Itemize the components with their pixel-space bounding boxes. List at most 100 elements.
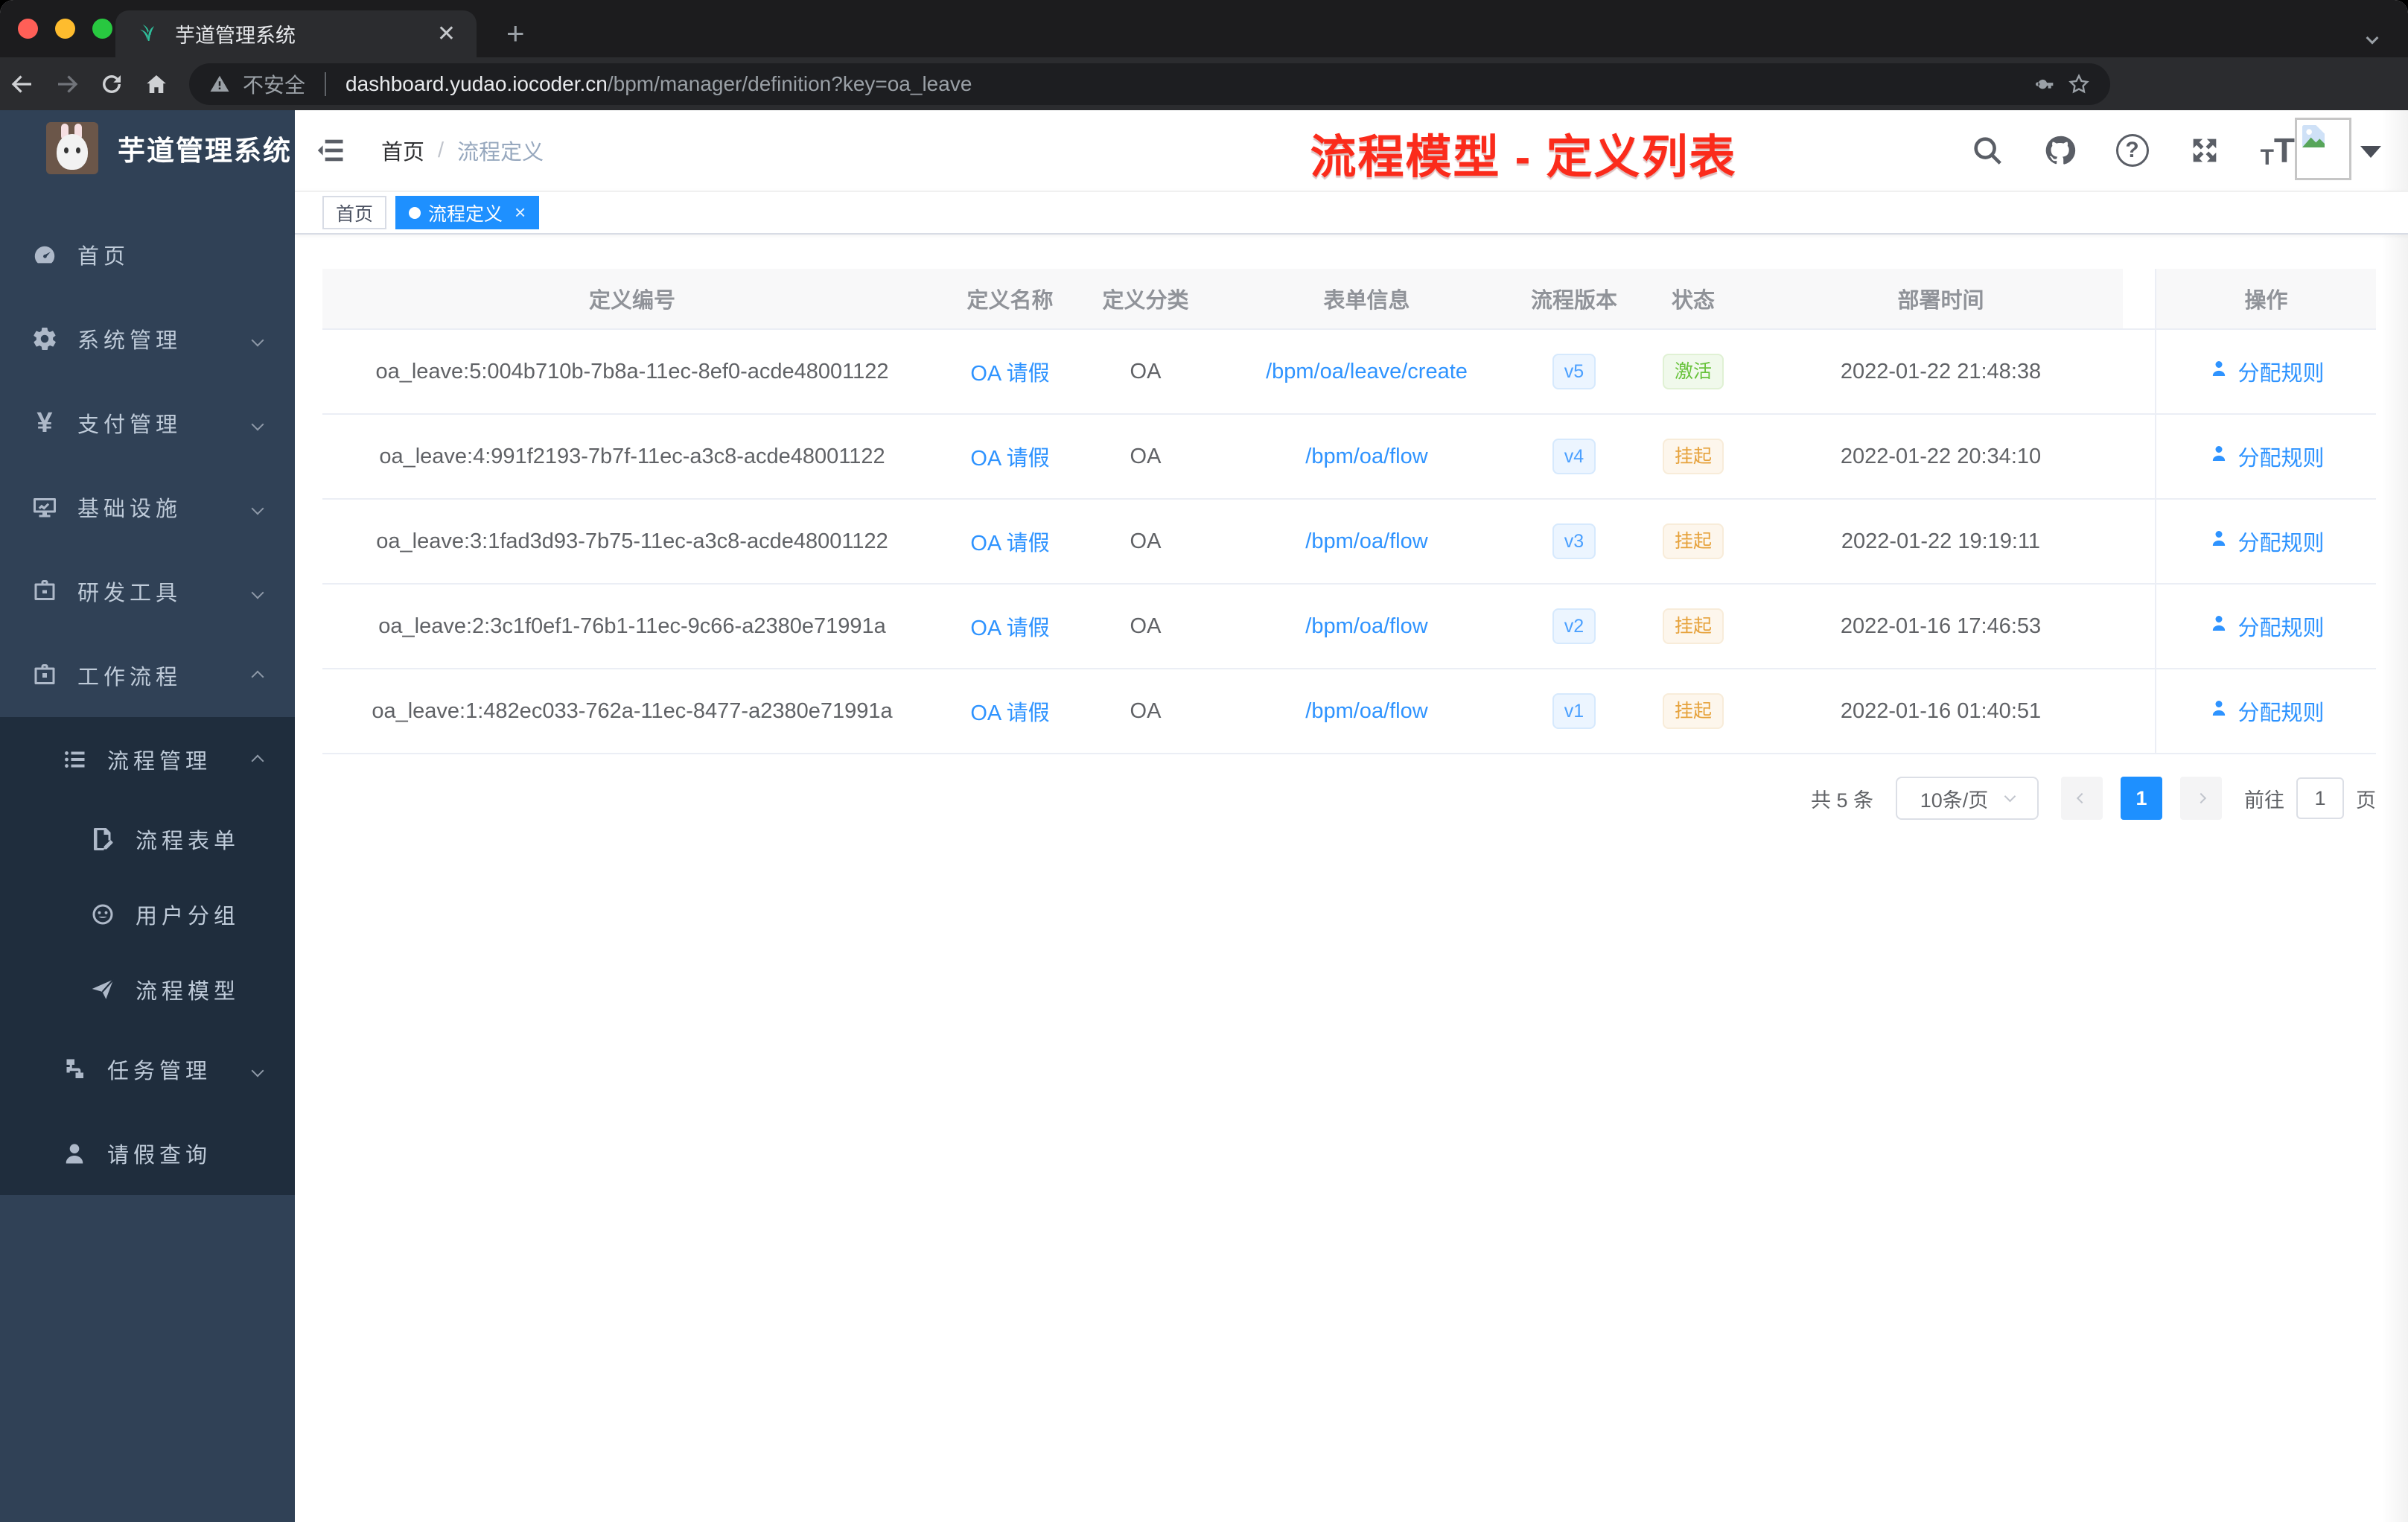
assign-rule-link[interactable]: 分配规则 (2208, 695, 2325, 727)
tag-home[interactable]: 首页 (322, 196, 387, 229)
table-cell: 挂起 (1628, 500, 1759, 583)
form-info-link[interactable]: /bpm/oa/leave/create (1266, 360, 1468, 384)
navbar-icons: ? TT (1970, 110, 2295, 191)
chevron-down-icon (251, 1057, 264, 1081)
current-page-button[interactable]: 1 (2121, 777, 2162, 820)
table-cell: 挂起 (1628, 669, 1759, 753)
forward-button[interactable] (45, 71, 89, 98)
chevron-up-icon (251, 663, 264, 687)
help-question-icon[interactable]: ? (2115, 134, 2149, 167)
app-logo[interactable]: 芋道管理系统 (0, 110, 295, 186)
breadcrumb: 首页 / 流程定义 (381, 110, 544, 191)
table-cell: OA (1078, 669, 1213, 753)
form-info-link[interactable]: /bpm/oa/flow (1305, 529, 1427, 554)
tag-process-definition[interactable]: 流程定义 × (395, 196, 540, 229)
definition-name-link[interactable]: OA 请假 (970, 695, 1049, 727)
sidebar-item-3[interactable]: 基础设施 (0, 465, 295, 549)
assign-rule-link[interactable]: 分配规则 (2208, 356, 2325, 387)
tab-close-icon[interactable]: ✕ (437, 22, 456, 45)
definition-name-link[interactable]: OA 请假 (970, 441, 1049, 472)
definition-name-link[interactable]: OA 请假 (970, 611, 1049, 642)
gear-icon (30, 324, 60, 354)
assign-rule-link[interactable]: 分配规则 (2208, 526, 2325, 557)
deploy-time: 2022-01-16 17:46:53 (1840, 614, 2042, 638)
sidebar-item-0[interactable]: 首页 (0, 212, 295, 296)
tab-search-chevron-icon[interactable] (2366, 31, 2379, 46)
table-cell: OA (1078, 585, 1213, 668)
table-row-3: oa_leave:2:3c1f0ef1-76b1-11ec-9c66-a2380… (322, 585, 2376, 669)
column-gap (2123, 585, 2155, 668)
home-button[interactable] (134, 71, 179, 98)
status-badge: 挂起 (1662, 439, 1724, 474)
assign-rule-link[interactable]: 分配规则 (2208, 611, 2325, 642)
definition-id: oa_leave:3:1fad3d93-7b75-11ec-a3c8-acde4… (376, 529, 888, 553)
definition-id: oa_leave:2:3c1f0ef1-76b1-11ec-9c66-a2380… (378, 614, 886, 638)
not-secure-label: 不安全 (243, 73, 306, 97)
back-button[interactable] (0, 71, 45, 98)
breadcrumb-home[interactable]: 首页 (381, 135, 424, 166)
font-size-icon[interactable]: TT (2261, 130, 2295, 171)
toolbox-icon (30, 576, 60, 606)
table-cell: /bpm/oa/flow (1213, 669, 1520, 753)
zoom-window-button[interactable] (92, 19, 112, 39)
sidebar-item-label: 流程表单 (136, 829, 241, 853)
form-info-link[interactable]: /bpm/oa/flow (1305, 445, 1427, 469)
definition-name-link[interactable]: OA 请假 (970, 356, 1049, 387)
person-icon (2208, 357, 2230, 386)
page-size-value: 10条/页 (1920, 789, 1989, 812)
tag-close-icon[interactable]: × (515, 201, 526, 224)
user-avatar[interactable] (2295, 118, 2351, 180)
prev-page-button[interactable] (2061, 777, 2103, 820)
new-tab-button[interactable]: + (506, 18, 525, 49)
sidebar-collapse-hamburger-icon[interactable] (314, 134, 347, 167)
sidebar-item-6[interactable]: 流程管理 (0, 717, 295, 801)
table-cell: v4 (1520, 415, 1628, 498)
sidebar-item-7[interactable]: 流程表单 (0, 801, 295, 876)
table-cell-action: 分配规则 (2155, 415, 2376, 498)
search-icon[interactable] (1970, 133, 2004, 168)
page-size-select[interactable]: 10条/页 (1896, 777, 2039, 820)
sidebar-item-label: 流程模型 (136, 979, 241, 1004)
sidebar-item-11[interactable]: 请假查询 (0, 1111, 295, 1195)
table-row-4: oa_leave:1:482ec033-762a-11ec-8477-a2380… (322, 669, 2376, 754)
goto-page-input[interactable] (2296, 777, 2344, 819)
chevron-up-icon (251, 747, 264, 771)
form-info-link[interactable]: /bpm/oa/flow (1305, 614, 1427, 639)
sidebar-item-1[interactable]: 系统管理 (0, 296, 295, 380)
table-header-row: 定义编号 定义名称 定义分类 表单信息 流程版本 状态 部署时间 操作 (322, 269, 2376, 330)
sidebar-item-9[interactable]: 流程模型 (0, 952, 295, 1027)
password-key-icon[interactable] (2031, 72, 2055, 96)
address-bar[interactable]: 不安全 dashboard.yudao.iocoder.cn/bpm/manag… (189, 63, 2110, 105)
sidebar-item-10[interactable]: 任务管理 (0, 1027, 295, 1111)
list-icon (60, 745, 89, 774)
github-icon[interactable] (2043, 133, 2077, 168)
avatar-dropdown-caret-icon[interactable] (2360, 146, 2381, 158)
browser-tab[interactable]: 芋道管理系统 ✕ (115, 10, 477, 57)
fullscreen-icon[interactable] (2188, 133, 2222, 168)
sidebar-item-5[interactable]: 工作流程 (0, 633, 295, 717)
sidebar-item-8[interactable]: 用户分组 (0, 876, 295, 952)
form-info-link[interactable]: /bpm/oa/flow (1305, 699, 1427, 724)
sidebar-item-4[interactable]: 研发工具 (0, 549, 295, 633)
url-path: /bpm/manager/definition?key=oa_leave (607, 71, 972, 95)
table-cell: oa_leave:4:991f2193-7b7f-11ec-a3c8-acde4… (322, 415, 942, 498)
person-icon (2208, 442, 2230, 471)
users-icon (88, 899, 118, 929)
status-badge: 挂起 (1662, 608, 1724, 644)
close-window-button[interactable] (18, 19, 38, 39)
minimize-window-button[interactable] (55, 19, 75, 39)
window-controls[interactable] (18, 19, 112, 39)
reload-button[interactable] (89, 71, 134, 98)
assign-rule-link[interactable]: 分配规则 (2208, 441, 2325, 472)
sidebar: 芋道管理系统 首页 系统管理 ¥ 支付管理 基础设施 研发工具 工作流程 流程管理流程表单用户… (0, 110, 295, 1522)
definition-name-link[interactable]: OA 请假 (970, 526, 1049, 557)
app-title: 芋道管理系统 (118, 136, 292, 166)
pagination: 共 5 条 10条/页 1 前往 页 (295, 777, 2376, 820)
definition-category: OA (1130, 614, 1162, 638)
bookmark-star-icon[interactable] (2067, 72, 2091, 96)
table-cell: 挂起 (1628, 585, 1759, 668)
sidebar-item-2[interactable]: ¥ 支付管理 (0, 380, 295, 465)
url-text[interactable]: dashboard.yudao.iocoder.cn/bpm/manager/d… (345, 72, 2019, 96)
browser-window: 芋道管理系统 ✕ + 不安全 dashboard.yudao.iocoder.c… (0, 0, 2408, 1522)
next-page-button[interactable] (2180, 777, 2222, 820)
